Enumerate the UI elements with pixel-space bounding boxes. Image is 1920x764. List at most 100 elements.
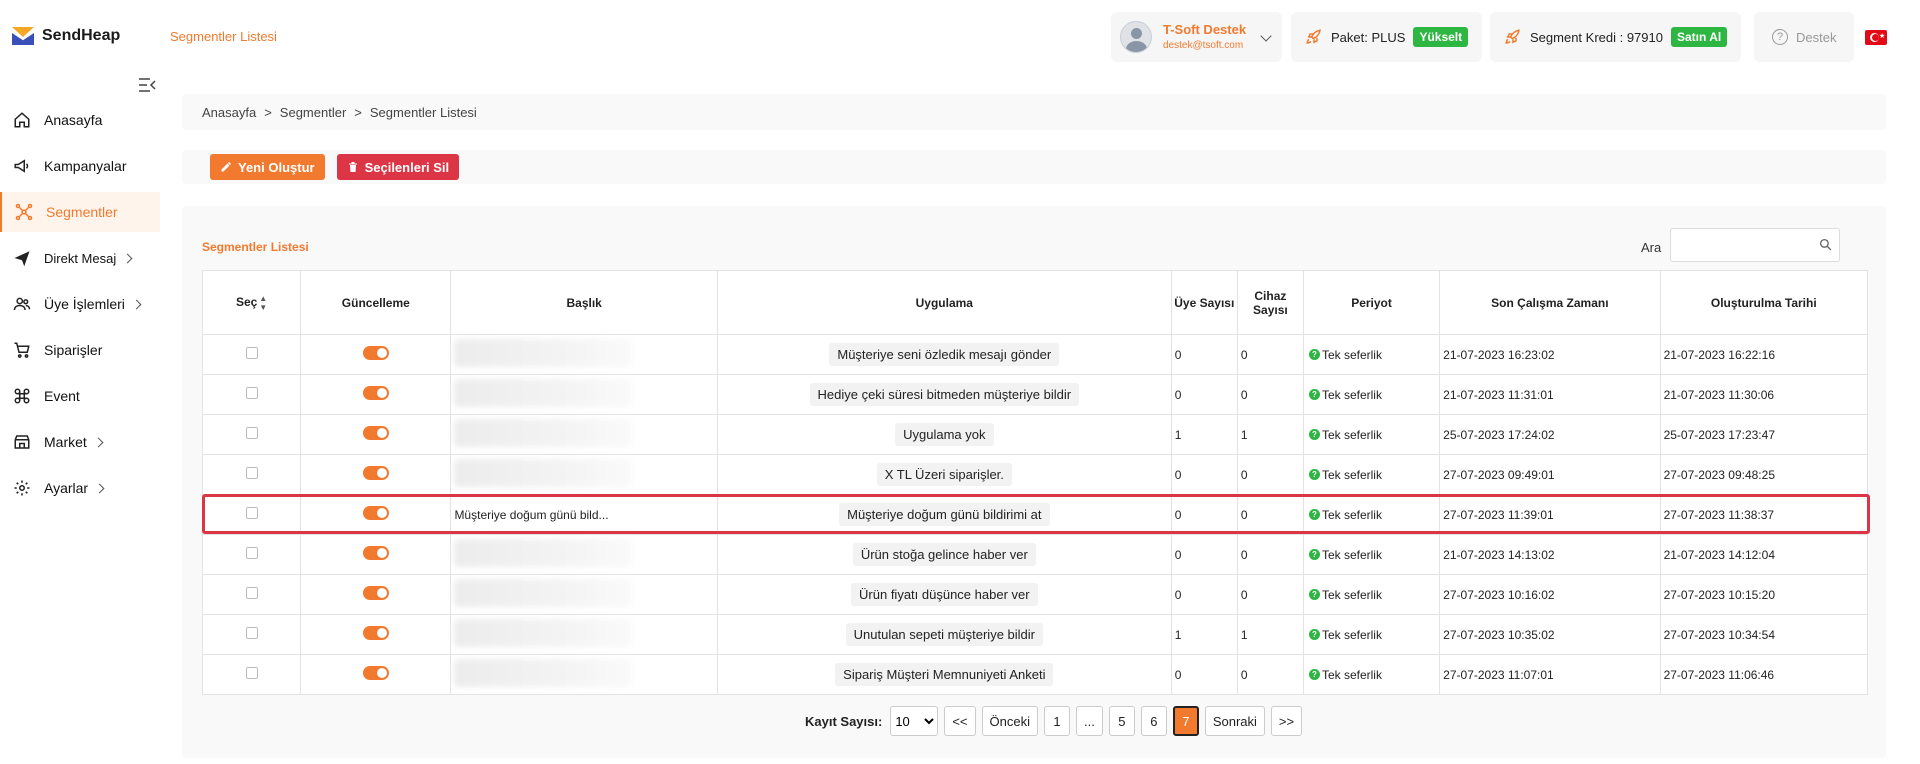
cell-period: ? Tek seferlik — [1302, 374, 1441, 415]
breadcrumb-item-segments[interactable]: Segmentler — [280, 105, 346, 120]
table-header-row: Seç ▲ ▼ Güncelleme Başlık Uygulama Üye Say… — [201, 270, 1869, 335]
turkish-flag-icon[interactable]: ★ — [1865, 30, 1887, 45]
period-label: Tek seferlik — [1321, 387, 1382, 402]
cart-icon — [14, 342, 30, 358]
page-ellipsis[interactable]: ... — [1075, 706, 1103, 736]
sidebar-item-orders[interactable]: Siparişler — [0, 330, 160, 370]
page-button[interactable]: 6 — [1140, 706, 1167, 736]
row-checkbox[interactable] — [245, 547, 258, 559]
row-checkbox[interactable] — [245, 467, 258, 479]
period-label: Tek seferlik — [1321, 427, 1382, 442]
search-label: Ara — [1641, 240, 1662, 255]
app-root: SendHeap Segmentler Listesi T-Soft Deste… — [0, 0, 1920, 764]
update-toggle[interactable] — [362, 586, 389, 600]
update-toggle[interactable] — [362, 386, 389, 400]
cell-last-run: 27-07-2023 09:49:01 — [1439, 454, 1661, 495]
app-chip: Hediye çeki süresi bitmeden müşteriye bi… — [809, 383, 1080, 406]
current-page-button[interactable]: 7 — [1172, 706, 1199, 736]
page-size-select[interactable]: 10 — [890, 706, 939, 736]
breadcrumb-item-current: Segmentler Listesi — [369, 104, 477, 120]
sidebar: Anasayfa Kampanyalar Segmentler Direkt M… — [0, 74, 164, 764]
new-segment-button[interactable]: Yeni Oluştur — [210, 154, 325, 180]
update-toggle[interactable] — [362, 466, 389, 480]
rocket-icon — [1306, 29, 1321, 44]
column-created: Oluşturulma Tarihi — [1659, 270, 1869, 335]
sidebar-item-members[interactable]: Üye İşlemleri — [0, 284, 160, 324]
upgrade-button[interactable]: Yükselt — [1413, 27, 1469, 47]
page-button[interactable]: 5 — [1108, 706, 1135, 736]
cell-update — [300, 334, 452, 375]
row-checkbox[interactable] — [245, 347, 258, 359]
cell-devices: 0 — [1236, 374, 1304, 415]
app-chip: Uygulama yok — [895, 423, 994, 446]
page-button[interactable]: 1 — [1043, 706, 1070, 736]
delete-selected-label: Seçilenleri Sil — [364, 159, 450, 175]
sidebar-collapse-icon[interactable] — [138, 78, 156, 92]
cell-period: ? Tek seferlik — [1302, 614, 1441, 655]
blurred-title — [454, 419, 633, 447]
next-page-button[interactable]: Sonraki — [1204, 706, 1265, 736]
row-checkbox[interactable] — [245, 587, 258, 599]
cell-last-run: 27-07-2023 11:39:01 — [1439, 494, 1661, 535]
question-icon: ? — [1308, 549, 1320, 560]
sidebar-item-settings[interactable]: Ayarlar — [0, 468, 160, 508]
cell-update — [300, 574, 452, 615]
last-page-button[interactable]: >> — [1270, 706, 1303, 736]
sidebar-item-market[interactable]: Market — [0, 422, 160, 462]
help-icon: ? — [1772, 29, 1788, 45]
cell-period: ? Tek seferlik — [1302, 414, 1441, 455]
column-select[interactable]: Seç ▲ ▼ — [201, 270, 302, 335]
cell-title — [450, 454, 718, 495]
delete-selected-button[interactable]: Seçilenleri Sil — [336, 154, 460, 180]
chevron-right-icon — [122, 253, 133, 263]
table-row: Ürün stoğa gelince haber ver 0 0? Tek sefer… — [201, 534, 1869, 575]
row-checkbox[interactable] — [245, 627, 258, 639]
search-input[interactable] — [1670, 228, 1840, 262]
cell-last-run: 27-07-2023 11:07:01 — [1439, 654, 1661, 695]
segments-panel: Segmentler Listesi Ara Seç ▲ ▼ Güncelleme … — [182, 206, 1886, 758]
breadcrumb: Anasayfa > Segmentler > Segmentler Liste… — [182, 94, 1886, 130]
prev-page-button[interactable]: Önceki — [981, 706, 1038, 736]
user-menu[interactable]: T-Soft Destek destek@tsoft.com — [1111, 12, 1282, 62]
credit-info: Segment Kredi : 97910 Satın Al — [1490, 12, 1742, 62]
sidebar-item-direct-message[interactable]: Direkt Mesaj — [0, 238, 160, 278]
table-row: Uygulama yok 1 1? Tek seferlik 25-07-2023 17… — [201, 414, 1869, 455]
row-checkbox[interactable] — [245, 387, 258, 399]
cell-title — [450, 374, 718, 415]
sidebar-item-home[interactable]: Anasayfa — [0, 100, 160, 140]
package-label: Paket: PLUS — [1331, 29, 1406, 45]
update-toggle[interactable] — [362, 546, 389, 560]
update-toggle[interactable] — [362, 346, 389, 360]
cell-members: 0 — [1170, 494, 1238, 535]
brand-logo[interactable]: SendHeap — [12, 27, 120, 45]
cell-created: 27-07-2023 10:34:54 — [1659, 614, 1869, 655]
cell-created: 21-07-2023 11:30:06 — [1659, 374, 1869, 415]
cell-title: Müşteriye doğum günü bild... — [450, 494, 718, 535]
sidebar-item-event[interactable]: Event — [0, 376, 160, 416]
update-toggle[interactable] — [362, 666, 389, 680]
first-page-button[interactable]: << — [944, 706, 976, 736]
row-checkbox[interactable] — [245, 667, 258, 679]
sidebar-item-campaigns[interactable]: Kampanyalar — [0, 146, 160, 186]
buy-button[interactable]: Satın Al — [1670, 27, 1728, 47]
update-toggle[interactable] — [362, 426, 389, 440]
cell-last-run: 21-07-2023 11:31:01 — [1439, 374, 1661, 415]
row-checkbox[interactable] — [245, 427, 258, 439]
breadcrumb-item-home[interactable]: Anasayfa — [202, 105, 256, 120]
row-checkbox[interactable] — [245, 507, 258, 519]
question-icon: ? — [1308, 589, 1320, 600]
cell-devices: 0 — [1236, 494, 1304, 535]
sidebar-item-segments[interactable]: Segmentler — [0, 192, 160, 232]
rocket-icon — [1505, 29, 1520, 44]
table-row: Unutulan sepeti müşteriye bildir 1 1? Tek s… — [201, 614, 1869, 655]
sort-icon[interactable]: ▲ ▼ — [259, 294, 267, 312]
support-button[interactable]: ? Destek — [1754, 12, 1855, 62]
update-toggle[interactable] — [362, 506, 389, 520]
period-label: Tek seferlik — [1321, 547, 1382, 562]
cell-title — [450, 414, 718, 455]
question-icon: ? — [1308, 669, 1320, 680]
column-title: Başlık — [450, 270, 718, 335]
segments-icon — [15, 203, 33, 221]
update-toggle[interactable] — [362, 626, 389, 640]
search-icon[interactable] — [1819, 238, 1832, 251]
